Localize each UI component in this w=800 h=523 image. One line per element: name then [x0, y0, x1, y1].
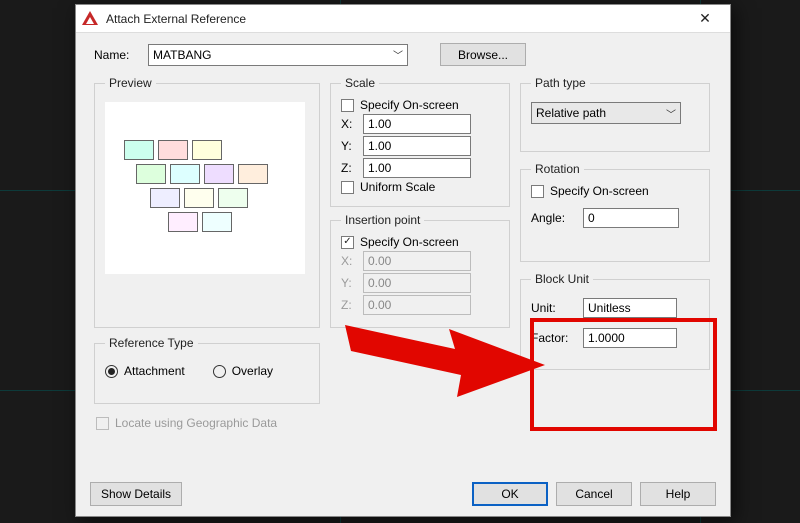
show-details-button[interactable]: Show Details	[90, 482, 182, 506]
factor-field: 1.0000	[583, 328, 677, 348]
checkbox-icon	[341, 99, 354, 112]
left-column: Preview Reference Type	[94, 76, 320, 432]
name-row: Name: MATBANG ﹀ Browse...	[94, 43, 716, 66]
insertion-z-value: 0.00	[368, 298, 391, 312]
preview-thumbnail	[105, 102, 305, 274]
unit-value: Unitless	[588, 301, 631, 315]
scale-group: Scale Specify On-screen X: 1.00 Y: 1.00 …	[330, 76, 510, 207]
scale-specify-checkbox[interactable]: Specify On-screen	[341, 98, 499, 112]
scale-z-label: Z:	[341, 161, 355, 175]
bottom-bar: Show Details OK Cancel Help	[90, 482, 716, 506]
factor-value: 1.0000	[588, 331, 625, 345]
checkbox-icon	[96, 417, 109, 430]
autocad-logo-icon	[82, 11, 98, 27]
locate-geographic-checkbox: Locate using Geographic Data	[96, 416, 320, 430]
uniform-scale-label: Uniform Scale	[360, 180, 435, 194]
help-button[interactable]: Help	[640, 482, 716, 506]
scale-y-label: Y:	[341, 139, 355, 153]
name-select-value: MATBANG	[153, 48, 211, 62]
rotation-specify-checkbox[interactable]: Specify On-screen	[531, 184, 699, 198]
chevron-down-icon: ﹀	[666, 106, 676, 121]
checkbox-icon	[341, 236, 354, 249]
browse-button[interactable]: Browse...	[440, 43, 526, 66]
middle-column: Scale Specify On-screen X: 1.00 Y: 1.00 …	[330, 76, 510, 432]
reference-type-legend: Reference Type	[105, 336, 198, 350]
rotation-legend: Rotation	[531, 162, 584, 176]
insertion-z-label: Z:	[341, 298, 355, 312]
insertion-x-input: 0.00	[363, 251, 471, 271]
checkbox-icon	[341, 181, 354, 194]
rotation-specify-label: Specify On-screen	[550, 184, 649, 198]
factor-label: Factor:	[531, 331, 575, 345]
close-button[interactable]: ✕	[688, 8, 722, 30]
scale-y-input[interactable]: 1.00	[363, 136, 471, 156]
path-type-select[interactable]: Relative path ﹀	[531, 102, 681, 124]
insertion-x-value: 0.00	[368, 254, 391, 268]
insertion-specify-label: Specify On-screen	[360, 235, 459, 249]
insertion-y-label: Y:	[341, 276, 355, 290]
show-details-label: Show Details	[101, 487, 171, 501]
cancel-label: Cancel	[575, 487, 612, 501]
uniform-scale-checkbox[interactable]: Uniform Scale	[341, 180, 499, 194]
window-title: Attach External Reference	[106, 12, 688, 26]
insertion-specify-checkbox[interactable]: Specify On-screen	[341, 235, 499, 249]
attachment-radio[interactable]: Attachment	[105, 364, 185, 378]
scale-y-value: 1.00	[368, 139, 391, 153]
insertion-point-group: Insertion point Specify On-screen X: 0.0…	[330, 213, 510, 328]
radio-icon	[213, 365, 226, 378]
radio-icon	[105, 365, 118, 378]
dialog-body: Name: MATBANG ﹀ Browse... Preview	[76, 33, 730, 516]
scale-specify-label: Specify On-screen	[360, 98, 459, 112]
block-unit-group: Block Unit Unit: Unitless Factor: 1.0000	[520, 272, 710, 370]
rotation-group: Rotation Specify On-screen Angle: 0	[520, 162, 710, 262]
overlay-radio-label: Overlay	[232, 364, 273, 378]
insertion-legend: Insertion point	[341, 213, 424, 227]
insertion-y-input: 0.00	[363, 273, 471, 293]
ok-label: OK	[501, 487, 518, 501]
preview-group: Preview	[94, 76, 320, 328]
insertion-x-label: X:	[341, 254, 355, 268]
scale-x-label: X:	[341, 117, 355, 131]
reference-type-group: Reference Type Attachment Overlay	[94, 336, 320, 404]
locate-geographic-label: Locate using Geographic Data	[115, 416, 277, 430]
angle-input[interactable]: 0	[583, 208, 679, 228]
checkbox-icon	[531, 185, 544, 198]
name-select[interactable]: MATBANG ﹀	[148, 44, 408, 66]
browse-button-label: Browse...	[458, 48, 508, 62]
help-label: Help	[666, 487, 691, 501]
unit-field: Unitless	[583, 298, 677, 318]
path-type-legend: Path type	[531, 76, 590, 90]
preview-legend: Preview	[105, 76, 156, 90]
attachment-radio-label: Attachment	[124, 364, 185, 378]
scale-x-input[interactable]: 1.00	[363, 114, 471, 134]
attach-xref-dialog: Attach External Reference ✕ Name: MATBAN…	[75, 4, 731, 517]
angle-value: 0	[588, 211, 595, 225]
overlay-radio[interactable]: Overlay	[213, 364, 273, 378]
name-label: Name:	[94, 48, 138, 62]
unit-label: Unit:	[531, 301, 575, 315]
chevron-down-icon: ﹀	[393, 47, 403, 62]
insertion-y-value: 0.00	[368, 276, 391, 290]
scale-z-value: 1.00	[368, 161, 391, 175]
angle-label: Angle:	[531, 211, 575, 225]
path-type-group: Path type Relative path ﹀	[520, 76, 710, 152]
ok-button[interactable]: OK	[472, 482, 548, 506]
columns: Preview Reference Type	[94, 76, 716, 432]
path-type-value: Relative path	[536, 106, 606, 120]
block-unit-legend: Block Unit	[531, 272, 593, 286]
titlebar: Attach External Reference ✕	[76, 5, 730, 33]
cancel-button[interactable]: Cancel	[556, 482, 632, 506]
scale-z-input[interactable]: 1.00	[363, 158, 471, 178]
insertion-z-input: 0.00	[363, 295, 471, 315]
scale-x-value: 1.00	[368, 117, 391, 131]
right-column: Path type Relative path ﹀ Rotation Speci…	[520, 76, 710, 432]
close-icon: ✕	[699, 10, 711, 27]
scale-legend: Scale	[341, 76, 379, 90]
